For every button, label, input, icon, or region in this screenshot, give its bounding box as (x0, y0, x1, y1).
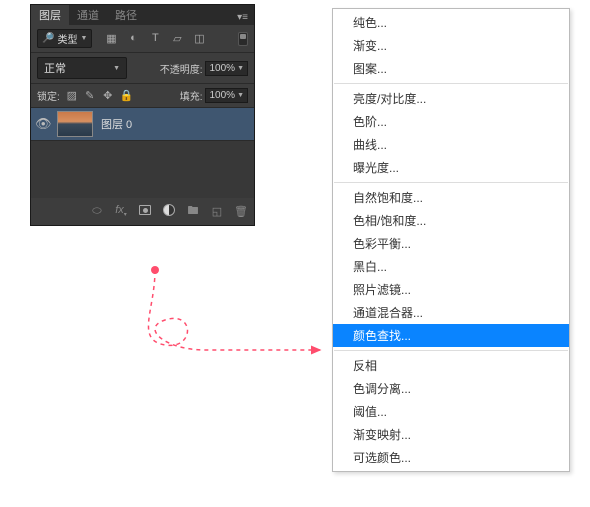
filter-adjustment-icon[interactable]: ◐ (126, 32, 140, 45)
chevron-down-icon: ▼ (80, 35, 87, 42)
lock-icons: ▨ ✎ ✥ 🔒 (66, 89, 132, 102)
menu-item[interactable]: 图案... (333, 57, 569, 80)
filter-toggle[interactable] (238, 32, 248, 46)
opacity-label: 不透明度: (160, 61, 203, 76)
blend-row: 正常 ▼ 不透明度: 100% ▼ (31, 53, 254, 84)
panel-tabs: 图层 通道 路径 ▾≡ (31, 5, 254, 25)
menu-item[interactable]: 色阶... (333, 110, 569, 133)
lock-position-icon[interactable]: ✥ (102, 89, 114, 102)
blend-mode-label: 正常 (44, 60, 66, 76)
new-layer-icon[interactable]: ◱ (210, 205, 224, 218)
layers-panel: 图层 通道 路径 ▾≡ 🔎 类型 ▼ ▦ ◐ T ▱ ◫ 正常 ▼ 不透明度: … (30, 4, 255, 226)
menu-item[interactable]: 纯色... (333, 11, 569, 34)
opacity-value: 100% (209, 63, 235, 74)
opacity-control: 不透明度: 100% ▼ (160, 61, 248, 76)
kind-filter-label: 类型 (57, 31, 77, 46)
lock-row: 锁定: ▨ ✎ ✥ 🔒 填充: 100% ▼ (31, 84, 254, 108)
menu-item[interactable]: 照片滤镜... (333, 278, 569, 301)
tab-channels[interactable]: 通道 (69, 5, 107, 25)
menu-separator (334, 182, 568, 183)
chevron-down-icon: ▼ (113, 65, 120, 72)
opacity-value-input[interactable]: 100% ▼ (205, 61, 248, 76)
adjustment-context-menu: 纯色...渐变...图案... 亮度/对比度...色阶...曲线...曝光度...… (332, 8, 570, 472)
visibility-icon[interactable]: 👁 (35, 116, 49, 132)
chevron-down-icon: ▼ (237, 92, 244, 99)
fill-value: 100% (209, 90, 235, 101)
filter-shape-icon[interactable]: ▱ (170, 32, 184, 45)
menu-item[interactable]: 颜色查找... (333, 324, 569, 347)
filter-icons: ▦ ◐ T ▱ ◫ (104, 32, 206, 45)
menu-separator (334, 350, 568, 351)
menu-item[interactable]: 黑白... (333, 255, 569, 278)
menu-item[interactable]: 渐变... (333, 34, 569, 57)
chevron-down-icon: ▼ (237, 65, 244, 72)
connector-arrow (135, 260, 335, 380)
adjustment-layer-icon[interactable] (162, 204, 176, 219)
panel-menu-icon[interactable]: ▾≡ (231, 10, 254, 25)
lock-pixels-icon[interactable]: ✎ (84, 89, 96, 102)
menu-item[interactable]: 亮度/对比度... (333, 87, 569, 110)
layer-name-label[interactable]: 图层 0 (101, 116, 132, 132)
lock-label: 锁定: (37, 88, 60, 103)
menu-item[interactable]: 曲线... (333, 133, 569, 156)
fill-control: 填充: 100% ▼ (180, 88, 248, 103)
menu-item[interactable]: 可选颜色... (333, 446, 569, 469)
layer-style-icon[interactable]: fx▾ (114, 204, 128, 218)
menu-item[interactable]: 曝光度... (333, 156, 569, 179)
group-icon[interactable]: 🖿 (186, 202, 200, 221)
filter-type-icon[interactable]: T (148, 32, 162, 45)
lock-transparency-icon[interactable]: ▨ (66, 89, 78, 102)
panel-footer: ⬭ fx▾ 🖿 ◱ 🗑 (31, 198, 254, 225)
menu-item[interactable]: 反相 (333, 354, 569, 377)
layer-item[interactable]: 👁 图层 0 (31, 108, 254, 141)
menu-item[interactable]: 色彩平衡... (333, 232, 569, 255)
layer-thumbnail[interactable] (57, 111, 93, 137)
menu-item[interactable]: 渐变映射... (333, 423, 569, 446)
filter-smart-icon[interactable]: ◫ (192, 32, 206, 45)
blend-mode-dropdown[interactable]: 正常 ▼ (37, 57, 127, 79)
menu-item[interactable]: 色相/饱和度... (333, 209, 569, 232)
link-layers-icon[interactable]: ⬭ (90, 205, 104, 218)
layer-mask-icon[interactable] (138, 205, 152, 218)
lock-all-icon[interactable]: 🔒 (120, 89, 132, 102)
tab-paths[interactable]: 路径 (107, 5, 145, 25)
menu-item[interactable]: 自然饱和度... (333, 186, 569, 209)
menu-separator (334, 83, 568, 84)
delete-layer-icon[interactable]: 🗑 (234, 205, 248, 218)
fill-value-input[interactable]: 100% ▼ (205, 88, 248, 103)
filter-row: 🔎 类型 ▼ ▦ ◐ T ▱ ◫ (31, 25, 254, 53)
menu-item[interactable]: 阈值... (333, 400, 569, 423)
menu-item[interactable]: 色调分离... (333, 377, 569, 400)
search-icon: 🔎 (42, 33, 54, 44)
menu-item[interactable]: 通道混合器... (333, 301, 569, 324)
tab-layers[interactable]: 图层 (31, 5, 69, 25)
layer-list: 👁 图层 0 (31, 108, 254, 198)
kind-filter-dropdown[interactable]: 🔎 类型 ▼ (37, 29, 92, 48)
fill-label: 填充: (180, 88, 203, 103)
filter-pixel-icon[interactable]: ▦ (104, 32, 118, 45)
